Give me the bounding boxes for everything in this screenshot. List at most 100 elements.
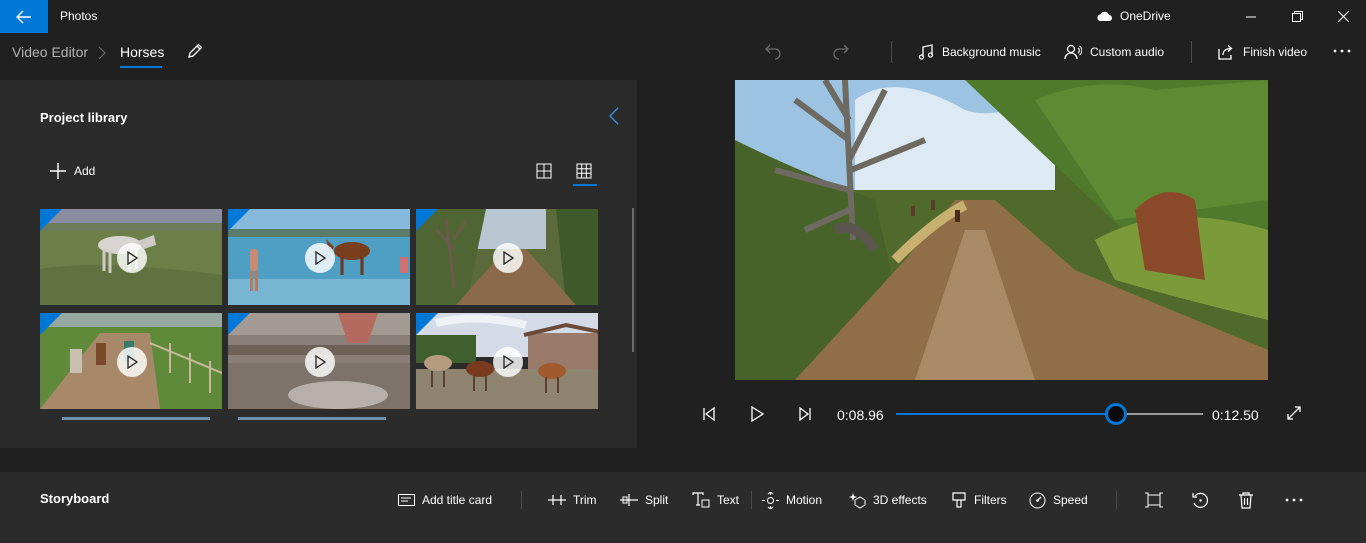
text-icon bbox=[692, 492, 710, 508]
rotate-icon bbox=[1192, 492, 1209, 509]
filters-button[interactable]: Filters bbox=[951, 490, 1007, 510]
more-horizontal-icon bbox=[1284, 492, 1304, 508]
trim-label: Trim bbox=[573, 493, 597, 507]
add-media-button[interactable]: Add bbox=[50, 163, 95, 179]
play-icon bbox=[117, 243, 147, 273]
close-icon bbox=[1337, 11, 1349, 22]
previous-frame-icon bbox=[700, 405, 718, 423]
share-export-icon bbox=[1218, 44, 1235, 60]
finish-video-label: Finish video bbox=[1243, 45, 1308, 59]
library-thumbnail-3[interactable] bbox=[416, 209, 598, 305]
rename-button[interactable] bbox=[186, 42, 206, 62]
trim-icon bbox=[548, 493, 566, 507]
motion-icon bbox=[762, 491, 779, 509]
selection-corner bbox=[416, 209, 438, 231]
breadcrumb-video-editor[interactable]: Video Editor bbox=[12, 44, 88, 60]
add-title-card-label: Add title card bbox=[422, 493, 493, 507]
total-time: 0:12.50 bbox=[1212, 407, 1259, 423]
seek-progress bbox=[896, 413, 1116, 415]
grid-large-icon bbox=[536, 163, 552, 179]
library-thumbnail-1[interactable] bbox=[40, 209, 222, 305]
library-thumbnail-2[interactable] bbox=[228, 209, 410, 305]
header-divider bbox=[891, 41, 892, 63]
project-library-title: Project library bbox=[40, 110, 128, 125]
more-horizontal-icon bbox=[1332, 43, 1352, 59]
video-preview[interactable] bbox=[735, 80, 1268, 380]
redo-button[interactable] bbox=[832, 42, 850, 63]
library-thumbnail-partial bbox=[62, 417, 210, 420]
minimize-button[interactable] bbox=[1228, 0, 1274, 33]
add-title-card-button[interactable]: Add title card bbox=[398, 490, 492, 510]
collapse-library-button[interactable] bbox=[608, 107, 620, 128]
library-thumbnail-6[interactable] bbox=[416, 313, 598, 409]
chevron-right-icon bbox=[98, 46, 106, 60]
filters-label: Filters bbox=[974, 493, 1007, 507]
next-frame-button[interactable] bbox=[796, 405, 814, 426]
seek-thumb[interactable] bbox=[1105, 403, 1127, 425]
cloud-icon bbox=[1096, 11, 1112, 21]
onedrive-button[interactable]: OneDrive bbox=[1096, 9, 1171, 23]
close-button[interactable] bbox=[1320, 0, 1366, 33]
storyboard-divider bbox=[1116, 491, 1117, 509]
library-scrollbar[interactable] bbox=[632, 208, 634, 352]
expand-icon bbox=[1286, 405, 1302, 421]
play-icon bbox=[117, 347, 147, 377]
custom-audio-button[interactable]: Custom audio bbox=[1064, 41, 1164, 63]
onedrive-label: OneDrive bbox=[1120, 9, 1171, 23]
minimize-icon bbox=[1246, 12, 1256, 22]
play-button[interactable] bbox=[748, 405, 766, 426]
person-audio-icon bbox=[1064, 44, 1082, 60]
small-grid-view-button[interactable] bbox=[576, 163, 592, 182]
pencil-icon bbox=[186, 42, 204, 60]
undo-icon bbox=[764, 42, 782, 60]
current-time: 0:08.96 bbox=[837, 407, 884, 423]
speedometer-icon bbox=[1029, 492, 1046, 509]
storyboard-divider bbox=[751, 491, 752, 509]
restore-icon bbox=[1291, 11, 1303, 22]
music-note-icon bbox=[918, 44, 934, 60]
previous-frame-button[interactable] bbox=[700, 405, 718, 426]
trash-icon bbox=[1238, 491, 1254, 509]
selection-corner bbox=[40, 209, 62, 231]
play-icon bbox=[493, 243, 523, 273]
background-music-button[interactable]: Background music bbox=[918, 41, 1041, 63]
next-frame-icon bbox=[796, 405, 814, 423]
speed-button[interactable]: Speed bbox=[1029, 490, 1088, 510]
breadcrumb-project-name: Horses bbox=[120, 44, 165, 60]
resize-button[interactable] bbox=[1145, 490, 1163, 510]
text-button[interactable]: Text bbox=[692, 490, 739, 510]
3d-effects-button[interactable]: 3D effects bbox=[849, 490, 927, 510]
restore-button[interactable] bbox=[1274, 0, 1320, 33]
motion-button[interactable]: Motion bbox=[762, 490, 822, 510]
fullscreen-button[interactable] bbox=[1286, 405, 1302, 424]
custom-audio-label: Custom audio bbox=[1090, 45, 1165, 59]
motion-label: Motion bbox=[786, 493, 823, 507]
library-thumbnail-4[interactable] bbox=[40, 313, 222, 409]
selection-corner bbox=[416, 313, 438, 335]
finish-video-button[interactable]: Finish video bbox=[1218, 41, 1307, 63]
more-options-button[interactable] bbox=[1332, 43, 1352, 62]
grid-small-icon bbox=[576, 163, 592, 179]
storyboard-more-button[interactable] bbox=[1284, 490, 1304, 510]
app-title: Photos bbox=[60, 9, 98, 23]
large-grid-view-button[interactable] bbox=[536, 163, 552, 182]
redo-icon bbox=[832, 42, 850, 60]
split-button[interactable]: Split bbox=[620, 490, 668, 510]
library-thumbnail-5[interactable] bbox=[228, 313, 410, 409]
back-button[interactable] bbox=[0, 0, 48, 33]
undo-button[interactable] bbox=[764, 42, 782, 63]
storyboard-divider bbox=[521, 491, 522, 509]
header-divider bbox=[1191, 41, 1192, 63]
plus-icon bbox=[50, 163, 66, 179]
delete-button[interactable] bbox=[1238, 490, 1254, 510]
crop-frame-icon bbox=[1145, 492, 1163, 508]
speed-label: Speed bbox=[1053, 493, 1088, 507]
rotate-button[interactable] bbox=[1192, 490, 1209, 510]
text-label: Text bbox=[717, 493, 740, 507]
title-card-icon bbox=[398, 493, 415, 507]
breadcrumb-underline bbox=[120, 66, 162, 68]
add-label: Add bbox=[74, 164, 96, 178]
selection-corner bbox=[40, 313, 62, 335]
trim-button[interactable]: Trim bbox=[548, 490, 597, 510]
3d-effects-label: 3D effects bbox=[873, 493, 927, 507]
